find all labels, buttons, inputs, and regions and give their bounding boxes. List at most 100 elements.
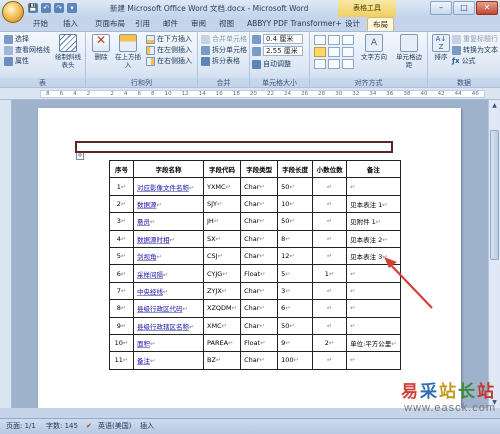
cell-decimals[interactable]: ↵	[312, 229, 348, 248]
cell-decimals[interactable]: ↵	[312, 351, 348, 370]
cell-field-length[interactable]: 10↵	[277, 194, 314, 214]
cell-remarks[interactable]: ↵	[346, 299, 401, 318]
insert-below-button[interactable]: 在下方插入	[146, 34, 192, 44]
cell-remarks[interactable]: 见附件 1↵	[346, 212, 401, 231]
merge-cells-button[interactable]: 合并单元格	[201, 34, 247, 44]
tab-page-layout[interactable]: 页面布局	[90, 17, 130, 31]
cell-field-type[interactable]: Char↵	[240, 316, 279, 335]
cell-remarks[interactable]: ↵	[346, 177, 401, 196]
cell-field-name[interactable]: 县级行政辖区名称↵	[133, 316, 204, 335]
align-center-left-button[interactable]	[314, 47, 326, 57]
cell-decimals[interactable]: ↵	[312, 194, 348, 214]
cell-field-type[interactable]: Char↵	[240, 177, 279, 196]
split-table-button[interactable]: 拆分表格	[201, 56, 240, 66]
undo-icon[interactable]: ↶	[41, 3, 51, 13]
cell-field-code[interactable]: JH↵	[202, 212, 242, 231]
cell-field-type[interactable]: Char↵	[240, 351, 279, 370]
insert-mode[interactable]: 插入	[140, 419, 154, 434]
header-remarks[interactable]: 备注	[346, 159, 401, 179]
save-icon[interactable]: 💾	[28, 3, 38, 13]
tab-design[interactable]: 设计	[340, 17, 365, 31]
cell-field-type[interactable]: Char↵	[240, 229, 279, 248]
customize-qat-icon[interactable]: ▾	[67, 3, 77, 13]
cell-seq[interactable]: 9↵	[109, 316, 134, 335]
language-indicator[interactable]: 英语(美国)	[98, 419, 131, 434]
maximize-button[interactable]: □	[453, 1, 475, 15]
cell-seq[interactable]: 11↵	[109, 351, 134, 370]
cell-seq[interactable]: 8↵	[109, 299, 134, 318]
redo-icon[interactable]: ↷	[54, 3, 64, 13]
cell-field-length[interactable]: 100↵	[277, 351, 314, 370]
vertical-ruler[interactable]	[0, 100, 12, 408]
tab-view[interactable]: 视图	[214, 17, 239, 31]
cell-field-length[interactable]: 8↵	[277, 229, 314, 248]
cell-remarks[interactable]: ↵	[346, 281, 401, 301]
cell-remarks[interactable]: 见本表注 1↵	[346, 194, 401, 214]
cell-field-type[interactable]: Char↵	[240, 212, 279, 231]
cell-field-code[interactable]: ZYJX↵	[202, 281, 242, 301]
cell-field-code[interactable]: SJY↵	[202, 194, 242, 214]
cell-decimals[interactable]: 1↵	[312, 264, 348, 283]
cell-field-type[interactable]: Float↵	[240, 333, 279, 353]
scroll-thumb[interactable]	[490, 130, 499, 260]
autofit-button[interactable]: 自动调整	[252, 59, 291, 69]
formula-button[interactable]: ƒx 公式	[452, 56, 476, 66]
view-gridlines-button[interactable]: 查看网格线	[4, 45, 50, 55]
sort-button[interactable]: A↓ Z 排序	[431, 34, 451, 61]
cell-remarks[interactable]: ↵	[346, 264, 401, 283]
cell-remarks[interactable]: ↵	[346, 351, 401, 370]
cell-field-name[interactable]: 剑视角↵	[133, 246, 204, 266]
repeat-header-rows-button[interactable]: 重复标题行	[452, 34, 498, 44]
tab-insert[interactable]: 插入	[58, 17, 83, 31]
cell-seq[interactable]: 6↵	[109, 264, 134, 283]
align-center-button[interactable]	[328, 47, 340, 57]
cell-field-type[interactable]: Float↵	[240, 264, 279, 283]
cell-field-code[interactable]: XMC↵	[202, 316, 242, 335]
word-count[interactable]: 字数: 145	[46, 419, 78, 434]
cell-field-length[interactable]: 6↵	[277, 299, 314, 318]
cell-seq[interactable]: 7↵	[109, 281, 134, 301]
column-width-field[interactable]: 2.55 厘米	[263, 46, 303, 56]
cell-decimals[interactable]: ↵	[312, 316, 348, 335]
vertical-scrollbar[interactable]: ▲ ▼	[488, 100, 500, 408]
cell-field-code[interactable]: SX↵	[202, 229, 242, 248]
proofing-icon[interactable]: ✔	[86, 419, 92, 434]
cell-field-name[interactable]: 中央经线↵	[133, 281, 204, 301]
properties-button[interactable]: 属性	[4, 56, 29, 66]
cell-seq[interactable]: 3↵	[109, 212, 134, 231]
cell-seq[interactable]: 5↵	[109, 246, 134, 266]
cell-remarks[interactable]: 见本表注 2↵	[346, 229, 401, 248]
align-center-right-button[interactable]	[342, 47, 354, 57]
cell-field-code[interactable]: YXMC↵	[202, 177, 242, 196]
cell-field-type[interactable]: Char↵	[240, 299, 279, 318]
cell-field-length[interactable]: 50↵	[277, 177, 314, 196]
tab-references[interactable]: 引用	[130, 17, 155, 31]
cell-seq[interactable]: 10↵	[109, 333, 134, 353]
cell-field-code[interactable]: CYJG↵	[202, 264, 242, 283]
cell-decimals[interactable]: ↵	[312, 177, 348, 196]
cell-field-type[interactable]: Char↵	[240, 194, 279, 214]
insert-above-button[interactable]: 在上方插入	[114, 34, 142, 69]
align-bottom-right-button[interactable]	[342, 59, 354, 69]
cell-field-type[interactable]: Char↵	[240, 281, 279, 301]
insert-left-button[interactable]: 在左侧插入	[146, 45, 192, 55]
cell-seq[interactable]: 4↵	[109, 229, 134, 248]
cell-margins-button[interactable]: 单元格边距	[392, 34, 426, 69]
tab-home[interactable]: 开始	[28, 17, 53, 31]
cell-field-length[interactable]: 50↵	[277, 212, 314, 231]
cell-field-code[interactable]: PAREA↵	[202, 333, 242, 353]
document-table[interactable]: 序号 字段名称 字段代码 字段类型 字段长度 小数位数 备注 1↵ 对应影像文件名…	[109, 159, 401, 370]
minimize-button[interactable]: –	[430, 1, 452, 15]
cell-field-name[interactable]: 备注↵	[133, 351, 204, 370]
cell-seq[interactable]: 1↵	[109, 177, 134, 196]
tab-layout[interactable]: 布局	[367, 17, 394, 31]
cell-decimals[interactable]: ↵	[312, 299, 348, 318]
cell-field-name[interactable]: 对应影像文件名称↵	[133, 177, 204, 196]
cell-field-name[interactable]: 悬员↵	[133, 212, 204, 231]
page-count[interactable]: 页面: 1/1	[6, 419, 36, 434]
horizontal-ruler[interactable]: 8 6 4 2 2 4 6 8 10 12 14 16 18 20 22 24 26 28 30 32 34 36 38 40…	[0, 88, 500, 100]
insert-right-button[interactable]: 在右侧插入	[146, 56, 192, 66]
draw-diagonal-header-button[interactable]: 绘制斜线表头	[52, 34, 84, 69]
select-button[interactable]: 选择	[4, 34, 29, 44]
header-field-length[interactable]: 字段长度	[277, 159, 314, 179]
